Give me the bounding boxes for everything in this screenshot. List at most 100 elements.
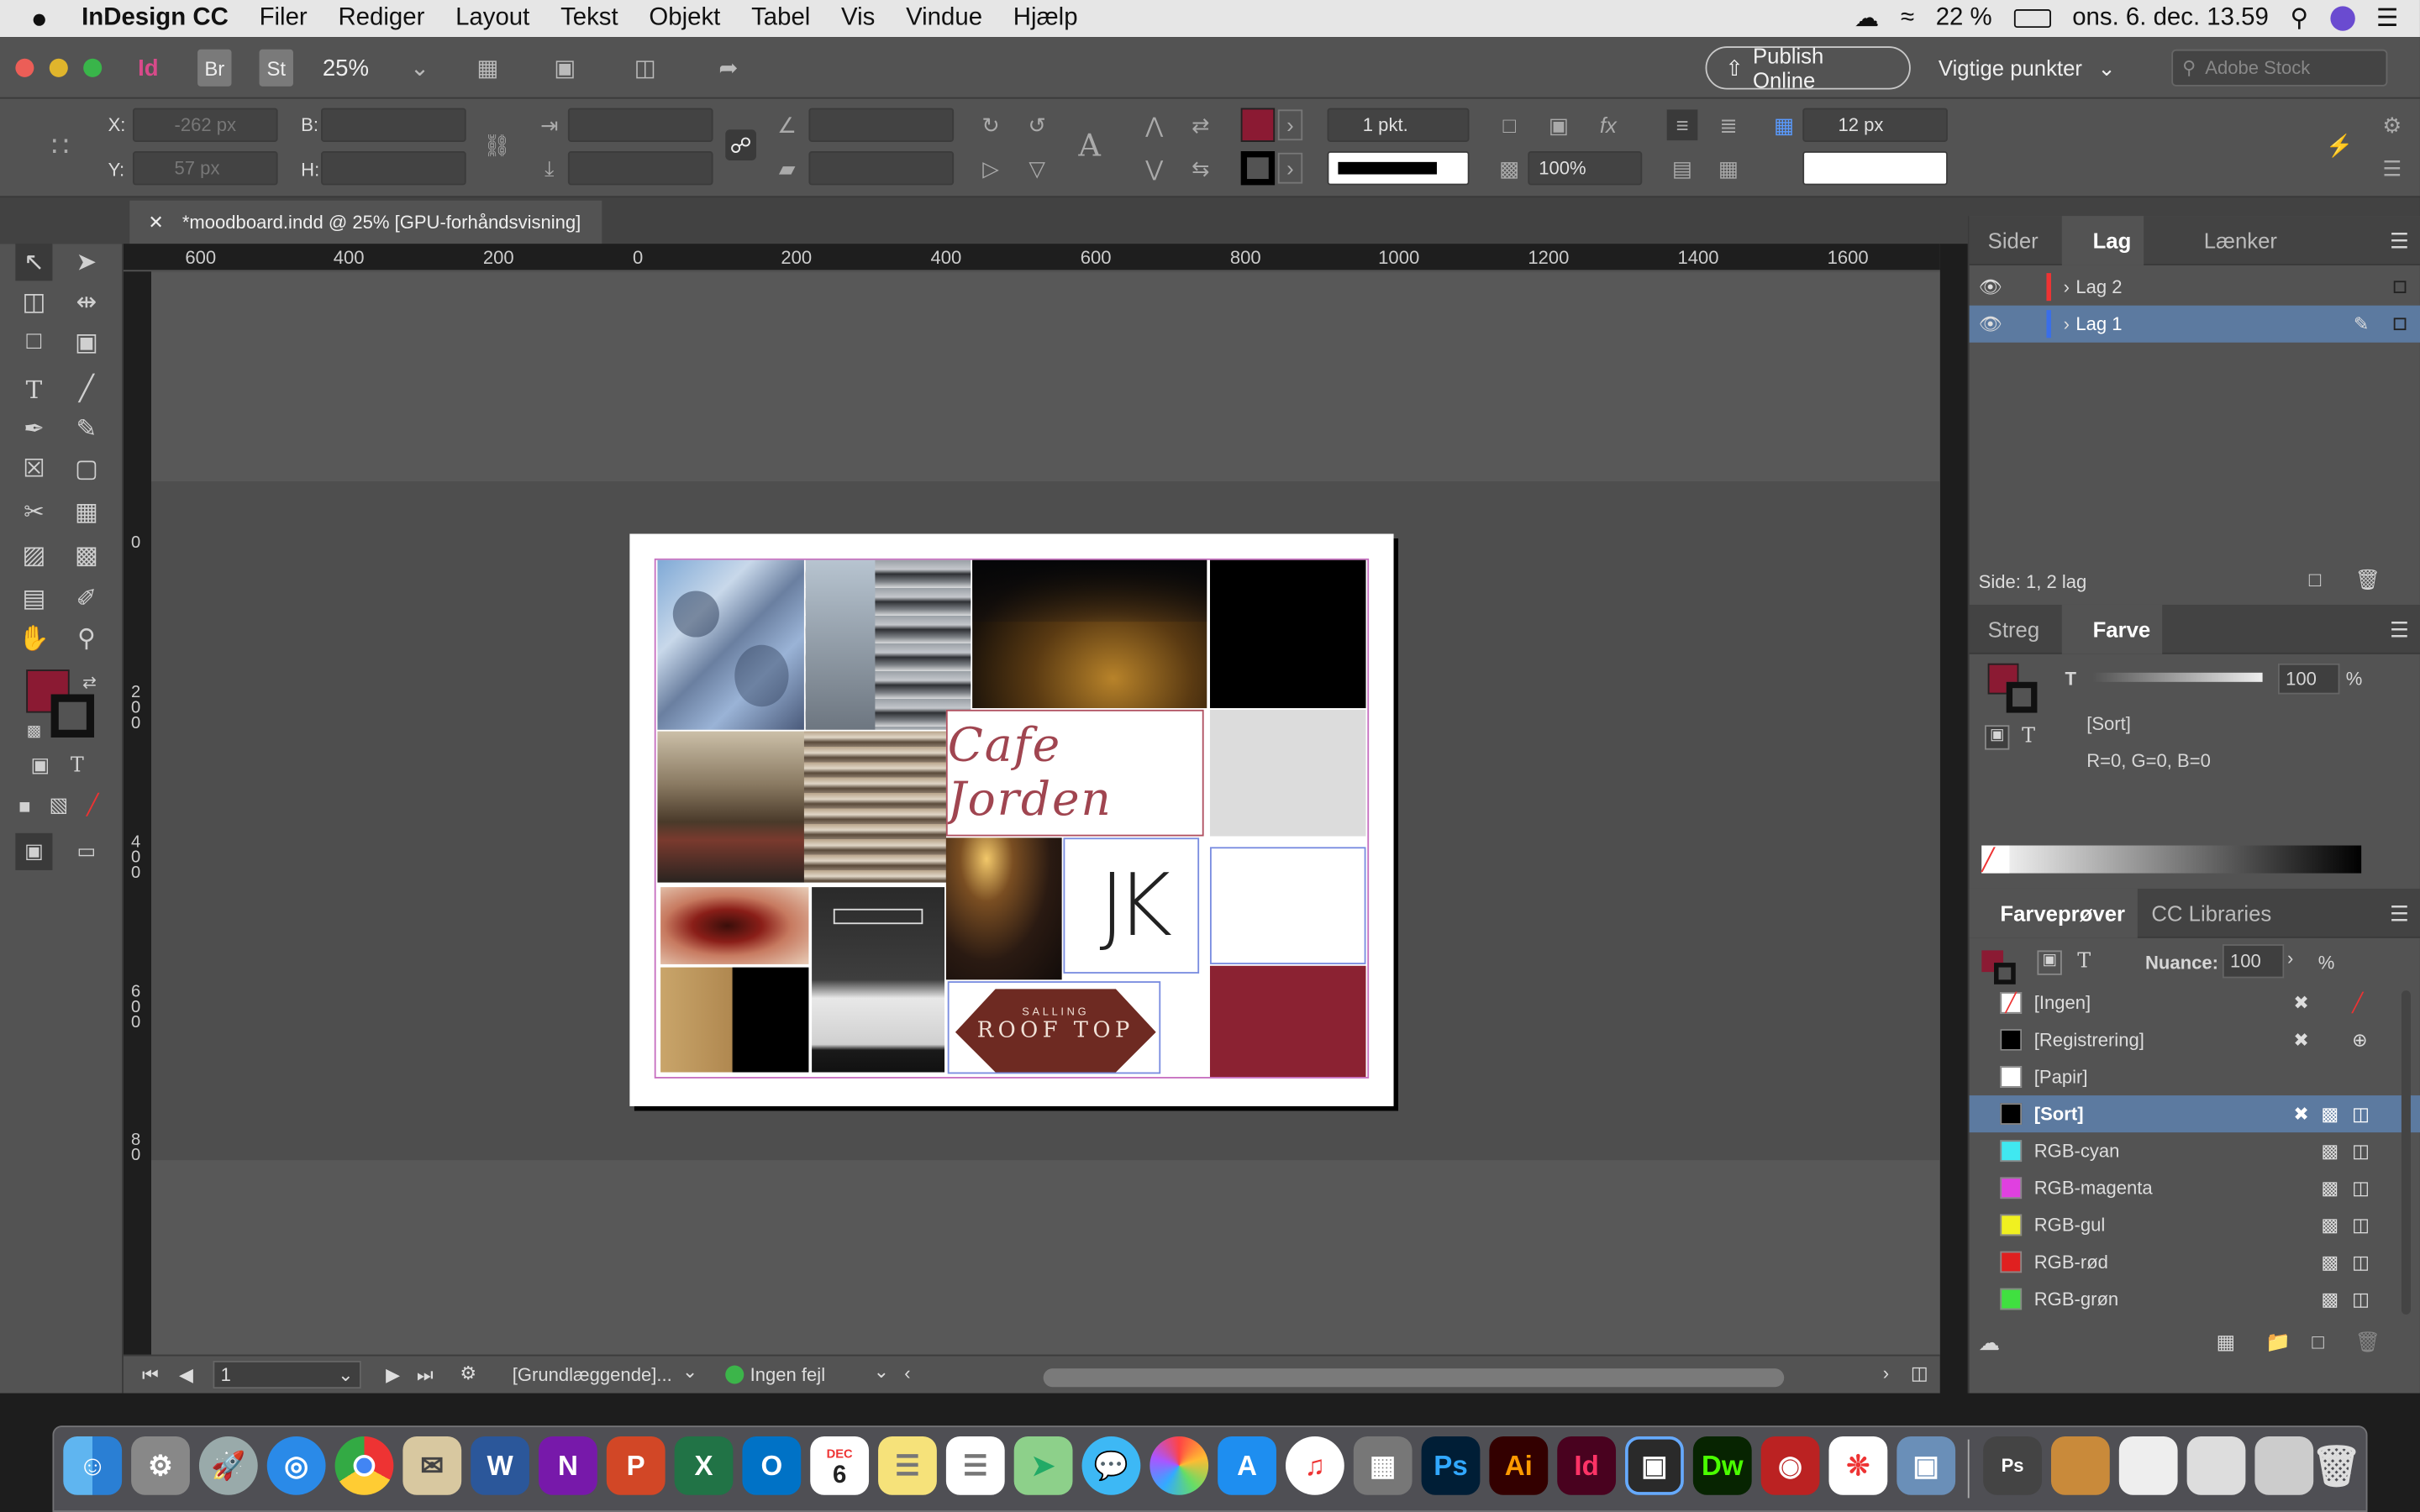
- dock-recent-file-icon[interactable]: [2050, 1436, 2110, 1495]
- image-restaurant-interior[interactable]: [945, 837, 1062, 980]
- distribute-icon[interactable]: ≣: [1713, 109, 1744, 140]
- swatch-row[interactable]: RGB-grøn ▩ ◫: [1970, 1280, 2420, 1317]
- chain-link-icon[interactable]: ☍: [725, 129, 756, 161]
- preflight-profile-icon[interactable]: ⚙: [460, 1362, 476, 1384]
- screen-mode-tool-icon[interactable]: ▭: [68, 833, 105, 870]
- wifi-icon[interactable]: ≈: [1901, 5, 1914, 33]
- rotate-angle-field[interactable]: [808, 108, 955, 142]
- tab-pages[interactable]: Sider: [1975, 216, 2050, 265]
- content-collector-icon[interactable]: □: [15, 324, 52, 361]
- expand-chevron-icon[interactable]: ›: [2064, 313, 2070, 335]
- dock-recent-file-icon[interactable]: [2118, 1436, 2178, 1495]
- delete-swatch-icon[interactable]: 🗑: [2355, 1330, 2381, 1354]
- dock-finder-icon[interactable]: ☺: [63, 1436, 123, 1495]
- zoom-window-button[interactable]: [83, 58, 103, 77]
- dock-illustrator-icon[interactable]: Ai: [1489, 1436, 1549, 1495]
- dock-mail-icon[interactable]: ✉: [402, 1436, 462, 1495]
- pencil-tool-icon[interactable]: ✎: [68, 411, 105, 448]
- cc-library-sync-icon[interactable]: ☁: [1979, 1330, 2001, 1356]
- color-block-burgundy[interactable]: [1209, 965, 1366, 1078]
- fill-menu-chevron-icon[interactable]: ›: [1277, 109, 1303, 141]
- swatches-scrollbar[interactable]: [2401, 990, 2411, 1315]
- swatch-row[interactable]: RGB-magenta ▩ ◫: [1970, 1169, 2420, 1206]
- select-content-icon[interactable]: ⋁: [1139, 153, 1170, 184]
- close-window-button[interactable]: [15, 58, 34, 77]
- spacing-icon[interactable]: ▦: [1769, 109, 1800, 140]
- scale-y-icon[interactable]: ⤓: [534, 153, 565, 184]
- scroll-right-icon[interactable]: ›: [1883, 1362, 1889, 1384]
- scale-x-icon[interactable]: ⇥: [534, 109, 565, 140]
- next-page-icon[interactable]: ▶: [386, 1364, 400, 1386]
- dock-maps-icon[interactable]: ➤: [1013, 1436, 1073, 1495]
- opacity-icon[interactable]: ▩: [1494, 153, 1525, 184]
- swatch-row[interactable]: RGB-rød ▩ ◫: [1970, 1243, 2420, 1280]
- layer-name[interactable]: Lag 1: [2075, 313, 2122, 335]
- menu-vindue[interactable]: Vindue: [891, 0, 998, 37]
- panel-menu-icon[interactable]: ☰: [2390, 228, 2409, 255]
- dock-chrome-icon[interactable]: [334, 1436, 394, 1495]
- dock-photos-icon[interactable]: [1150, 1436, 1209, 1495]
- spacing-field[interactable]: 12 px: [1802, 108, 1948, 142]
- color-stroke-swatch[interactable]: [2006, 681, 2038, 713]
- screen-mode-icon[interactable]: ▣: [546, 50, 583, 87]
- dock-app-store-icon[interactable]: A: [1218, 1436, 1276, 1495]
- tab-cc-libraries[interactable]: CC Libraries: [2139, 889, 2284, 938]
- stroke-style-dropdown[interactable]: [1802, 150, 1948, 186]
- select-previous-icon[interactable]: ⇄: [1186, 109, 1217, 140]
- publish-online-button[interactable]: ⇧ Publish Online: [1705, 43, 1911, 92]
- creative-cloud-icon[interactable]: ☁: [1854, 3, 1879, 34]
- eyedropper-tool-icon[interactable]: ✐: [68, 580, 105, 617]
- y-position-field[interactable]: 57 px: [132, 150, 278, 186]
- dock-reminders-icon[interactable]: ☰: [945, 1436, 1005, 1495]
- stroke-weight-field[interactable]: 1 pkt.: [1327, 108, 1470, 142]
- page-tool-icon[interactable]: ◫: [15, 284, 52, 321]
- tab-color[interactable]: Farve: [2061, 604, 2163, 654]
- settings-gear-icon[interactable]: ⚙: [2377, 109, 2408, 140]
- stroke-type-dropdown[interactable]: [1327, 150, 1470, 186]
- opacity-field[interactable]: 100%: [1528, 150, 1643, 186]
- constrain-proportions-icon[interactable]: ⛓: [481, 129, 513, 160]
- swatch-row[interactable]: [Registrering] ✖ ⊕: [1970, 1021, 2420, 1058]
- new-color-group-icon[interactable]: 📁: [2265, 1330, 2291, 1354]
- swatch-row[interactable]: [Papir]: [1970, 1058, 2420, 1095]
- apple-icon[interactable]: ●: [0, 0, 63, 37]
- dock-launchpad-icon[interactable]: 🚀: [198, 1436, 258, 1495]
- image-coffee-cup[interactable]: [660, 887, 809, 964]
- workspace-switcher[interactable]: Vigtige punkter ⌄: [1939, 50, 2139, 87]
- quick-apply-icon[interactable]: ⚡: [2324, 129, 2355, 160]
- swap-colors-icon[interactable]: ⇄: [71, 664, 108, 701]
- view-options-icon[interactable]: ▦: [469, 50, 506, 87]
- previous-page-icon[interactable]: ◀: [179, 1364, 193, 1386]
- swatch-row-selected[interactable]: [Sort] ✖ ▩ ◫: [1969, 1095, 2420, 1133]
- dock-onenote-icon[interactable]: N: [539, 1436, 597, 1495]
- battery-icon[interactable]: [2013, 9, 2051, 29]
- layer-select-square-icon[interactable]: [2393, 318, 2407, 331]
- content-placer-icon[interactable]: ▣: [68, 324, 105, 361]
- dock-recent-file-icon[interactable]: Ps: [1983, 1436, 2042, 1495]
- dock-acrobat-icon[interactable]: ❊: [1828, 1436, 1888, 1495]
- apply-gradient-icon[interactable]: ▧: [40, 787, 77, 824]
- dock-calendar-icon[interactable]: DEC 6: [810, 1436, 870, 1495]
- dock-indesign-icon[interactable]: Id: [1557, 1436, 1617, 1495]
- chevron-down-icon[interactable]: ⌄: [682, 1361, 697, 1383]
- preflight-profile[interactable]: [Grundlæggende]...: [513, 1364, 672, 1386]
- menu-layout[interactable]: Layout: [440, 0, 545, 37]
- flip-horizontal-icon[interactable]: ▷: [976, 153, 1007, 184]
- align-left-icon[interactable]: ≡: [1666, 109, 1698, 141]
- tab-stroke[interactable]: Streg: [1975, 605, 2052, 654]
- spotlight-icon[interactable]: ⚲: [2291, 3, 2309, 34]
- fill-swatch[interactable]: [1240, 108, 1276, 142]
- tab-swatches[interactable]: Farveprøver: [1969, 888, 2138, 938]
- vertical-ruler[interactable]: 0 2 0 0 4 0 0 6 0 0 8 0: [123, 271, 151, 1355]
- swatch-text-icon[interactable]: T: [2077, 950, 2091, 974]
- rotate-cw-icon[interactable]: ↻: [976, 109, 1007, 140]
- color-block-light-gray[interactable]: [1209, 709, 1366, 837]
- menu-hjaelp[interactable]: Hjælp: [997, 0, 1093, 37]
- adobe-stock-search[interactable]: ⚲ Adobe Stock: [2171, 49, 2388, 87]
- logo-jk[interactable]: JK: [1063, 837, 1200, 974]
- new-swatch-icon[interactable]: □: [2312, 1330, 2323, 1353]
- line-tool-icon[interactable]: ╱: [68, 370, 105, 407]
- normal-view-icon[interactable]: ▣: [15, 832, 53, 870]
- document-page[interactable]: Cafe Jorden JK SALLING ROOF TOP: [629, 533, 1394, 1106]
- color-container-icon[interactable]: ▣: [1984, 725, 2010, 750]
